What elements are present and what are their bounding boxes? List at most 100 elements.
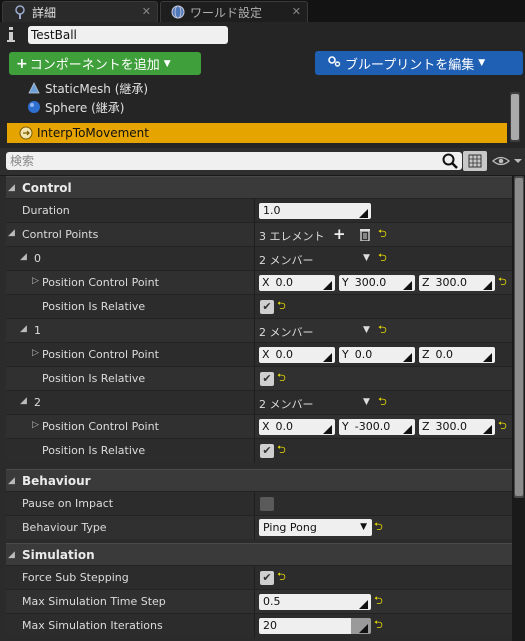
column-divider [254, 516, 255, 540]
x-value: 0.0 [275, 276, 294, 289]
add-element-icon[interactable]: + [333, 226, 346, 242]
chevron-down-icon[interactable]: ▼ [363, 253, 370, 263]
component-label: StaticMesh (継承) [45, 81, 149, 96]
reset-to-default-icon[interactable]: ⮌ [378, 252, 388, 264]
vector-y-field[interactable]: Y 0.0 [339, 347, 415, 363]
position-is-relative-checkbox[interactable]: ✔ [260, 444, 274, 458]
section-control[interactable]: ◢ Control [6, 176, 512, 198]
tab-world-settings[interactable]: ワールド設定 ✕ [160, 1, 308, 22]
collapse-arrow-icon: ◢ [8, 549, 15, 560]
collapse-arrow-icon[interactable]: ◢ [8, 228, 15, 238]
column-divider [254, 415, 255, 439]
behaviour-type-value: Ping Pong [263, 521, 317, 534]
vector-x-field[interactable]: X 0.0 [259, 275, 335, 291]
component-tree: StaticMesh (継承) Sphere (継承) InterpToMove… [7, 79, 507, 143]
actor-name-input[interactable]: TestBall [28, 26, 228, 44]
details-scroll-thumb[interactable] [515, 178, 523, 496]
reset-to-default-icon[interactable]: ⮌ [277, 571, 287, 583]
column-divider [254, 319, 255, 343]
property-row-behaviour-type: Behaviour Type Ping Pong ▼ ⮌ [6, 515, 512, 540]
y-value: -300.0 [354, 420, 391, 433]
reset-to-default-icon[interactable]: ⮌ [277, 372, 287, 384]
component-item-sphere[interactable]: Sphere (継承) [27, 98, 124, 116]
position-control-point-row-2: ▷ Position Control Point X 0.0 Y -300.0 Z3… [6, 414, 512, 439]
reset-to-default-icon[interactable]: ⮌ [498, 276, 508, 288]
member-count: 2 メンバー [259, 254, 314, 267]
pause-on-impact-checkbox[interactable] [260, 497, 274, 511]
property-matrix-button[interactable] [463, 151, 487, 171]
expand-arrow-icon[interactable]: ▷ [32, 348, 39, 358]
drag-handle-icon [483, 351, 492, 362]
section-simulation[interactable]: ◢ Simulation [6, 543, 512, 565]
tab-details[interactable]: 詳細 ✕ [2, 1, 158, 22]
axis-y-label: Y [342, 276, 349, 289]
close-icon[interactable]: ✕ [142, 5, 151, 18]
z-value: 300.0 [435, 420, 468, 433]
max-simulation-time-step-field[interactable]: 0.5 [259, 594, 371, 610]
z-value: 0.0 [435, 348, 454, 361]
drag-handle-icon [323, 351, 332, 362]
component-item-staticmesh[interactable]: StaticMesh (継承) [27, 79, 148, 97]
globe-icon [171, 5, 185, 19]
column-divider [254, 199, 255, 223]
reset-to-default-icon[interactable]: ⮌ [378, 396, 388, 408]
drag-handle-icon [483, 423, 492, 434]
control-points-label: Control Points [22, 228, 99, 241]
vector-x-field[interactable]: X 0.0 [259, 419, 335, 435]
max-simulation-iterations-field[interactable]: 20 [259, 618, 371, 634]
reset-to-default-icon[interactable]: ⮌ [374, 595, 384, 607]
column-divider [254, 391, 255, 415]
reset-to-default-icon[interactable]: ⮌ [378, 228, 388, 240]
position-is-relative-row-2: Position Is Relative ✔ ⮌ [6, 438, 512, 463]
collapse-arrow-icon[interactable]: ◢ [20, 324, 27, 334]
search-icon[interactable] [441, 152, 459, 170]
details-header: TestBall + コンポーネントを追加 ▼ ブループリントを編集 ▼ Sta… [0, 22, 525, 148]
vector-y-field[interactable]: Y 300.0 [339, 275, 415, 291]
collapse-arrow-icon[interactable]: ◢ [20, 396, 27, 406]
vector-z-field[interactable]: Z 300.0 [419, 275, 495, 291]
position-is-relative-checkbox[interactable]: ✔ [260, 372, 274, 386]
component-tree-scroll-thumb[interactable] [511, 94, 519, 140]
section-behaviour[interactable]: ◢ Behaviour [6, 469, 512, 491]
drag-handle-icon [359, 622, 368, 633]
vector-z-field[interactable]: Z 0.0 [419, 347, 495, 363]
reset-to-default-icon[interactable]: ⮌ [374, 619, 384, 631]
chevron-down-icon[interactable]: ▼ [363, 325, 370, 335]
edit-blueprint-button[interactable]: ブループリントを編集 ▼ [315, 51, 523, 75]
chevron-down-icon: ▼ [478, 58, 486, 68]
reset-to-default-icon[interactable]: ⮌ [378, 324, 388, 336]
vector-y-field[interactable]: Y -300.0 [339, 419, 415, 435]
position-is-relative-label: Position Is Relative [42, 300, 146, 313]
pause-on-impact-label: Pause on Impact [22, 497, 114, 510]
behaviour-type-dropdown[interactable]: Ping Pong ▼ [259, 519, 372, 536]
component-label: Sphere (継承) [45, 100, 125, 115]
add-component-button[interactable]: + コンポーネントを追加 ▼ [9, 52, 201, 75]
search-input[interactable]: 検索 [6, 152, 462, 170]
force-sub-stepping-checkbox[interactable]: ✔ [260, 571, 274, 585]
trash-icon[interactable] [359, 227, 371, 242]
vector-z-field[interactable]: Z 300.0 [419, 419, 495, 435]
component-item-interp-to-movement[interactable]: InterpToMovement [7, 123, 507, 143]
view-options-button[interactable] [492, 154, 522, 168]
vector-x-field[interactable]: X 0.0 [259, 347, 335, 363]
column-divider [254, 271, 255, 295]
chevron-down-icon[interactable]: ▼ [363, 397, 370, 407]
close-icon[interactable]: ✕ [292, 5, 301, 18]
expand-arrow-icon[interactable]: ▷ [32, 276, 39, 286]
property-row-force-sub-stepping: Force Sub Stepping ✔ ⮌ [6, 565, 512, 590]
reset-to-default-icon[interactable]: ⮌ [374, 521, 384, 533]
position-is-relative-checkbox[interactable]: ✔ [260, 300, 274, 314]
reset-to-default-icon[interactable]: ⮌ [277, 300, 287, 312]
column-divider [254, 614, 255, 638]
chevron-down-icon: ▼ [163, 58, 171, 69]
reset-to-default-icon[interactable]: ⮌ [498, 420, 508, 432]
duration-field[interactable]: 1.0 [259, 203, 371, 219]
member-count: 2 メンバー [259, 398, 314, 411]
gears-icon [327, 54, 341, 72]
position-is-relative-label: Position Is Relative [42, 372, 146, 385]
reset-to-default-icon[interactable]: ⮌ [277, 444, 287, 456]
property-row-pause-on-impact: Pause on Impact [6, 491, 512, 516]
expand-arrow-icon[interactable]: ▷ [32, 420, 39, 430]
property-row-control-points: ◢ Control Points 3 エレメント + ⮌ [6, 222, 512, 247]
collapse-arrow-icon[interactable]: ◢ [20, 252, 27, 262]
